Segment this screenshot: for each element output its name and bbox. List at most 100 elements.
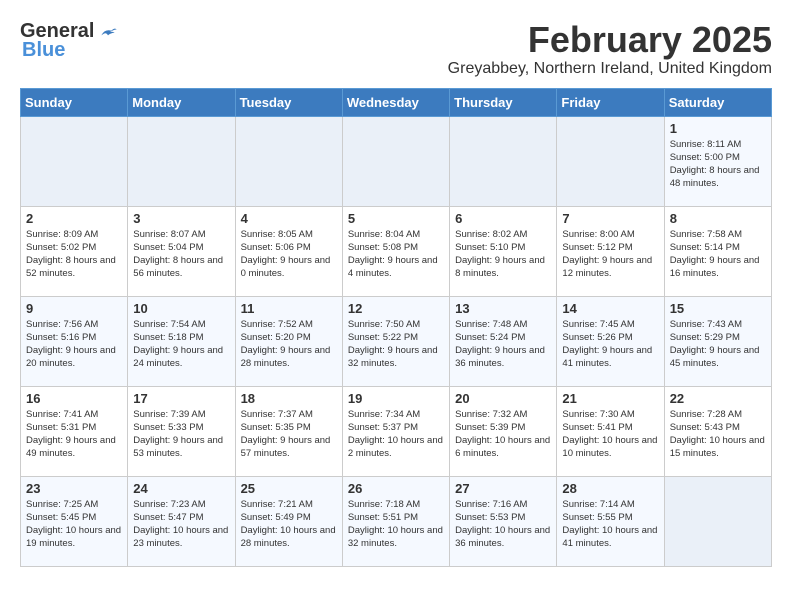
day-number: 8 bbox=[670, 211, 766, 226]
calendar-cell: 2 Sunrise: 8:09 AM Sunset: 5:02 PM Daylig… bbox=[21, 206, 128, 296]
calendar-cell bbox=[128, 116, 235, 206]
calendar-cell: 5Sunrise: 8:04 AM Sunset: 5:08 PM Daylig… bbox=[342, 206, 449, 296]
day-number: 19 bbox=[348, 391, 444, 406]
day-number: 24 bbox=[133, 481, 229, 496]
day-info: Sunrise: 7:30 AM Sunset: 5:41 PM Dayligh… bbox=[562, 408, 658, 461]
day-number: 11 bbox=[241, 301, 337, 316]
day-info: Sunrise: 8:11 AM Sunset: 5:00 PM Dayligh… bbox=[670, 138, 766, 191]
weekday-header-saturday: Saturday bbox=[664, 88, 771, 116]
day-info: Sunrise: 7:58 AM Sunset: 5:14 PM Dayligh… bbox=[670, 228, 766, 281]
calendar-cell: 7 Sunrise: 8:00 AM Sunset: 5:12 PM Daylig… bbox=[557, 206, 664, 296]
day-info: Sunrise: 8:02 AM Sunset: 5:10 PM Dayligh… bbox=[455, 228, 551, 281]
day-info: Sunrise: 7:54 AM Sunset: 5:18 PM Dayligh… bbox=[133, 318, 229, 371]
day-number: 10 bbox=[133, 301, 229, 316]
day-info: Sunrise: 7:52 AM Sunset: 5:20 PM Dayligh… bbox=[241, 318, 337, 371]
day-number: 21 bbox=[562, 391, 658, 406]
day-number: 3 bbox=[133, 211, 229, 226]
day-info: Sunrise: 8:05 AM Sunset: 5:06 PM Dayligh… bbox=[241, 228, 337, 281]
day-number: 5 bbox=[348, 211, 444, 226]
calendar-cell: 1 Sunrise: 8:11 AM Sunset: 5:00 PM Daylig… bbox=[664, 116, 771, 206]
calendar-cell: 24 Sunrise: 7:23 AM Sunset: 5:47 PM Dayli… bbox=[128, 476, 235, 566]
day-info: Sunrise: 7:32 AM Sunset: 5:39 PM Dayligh… bbox=[455, 408, 551, 461]
calendar-cell: 13Sunrise: 7:48 AM Sunset: 5:24 PM Dayli… bbox=[450, 296, 557, 386]
weekday-header-wednesday: Wednesday bbox=[342, 88, 449, 116]
day-number: 6 bbox=[455, 211, 551, 226]
week-row-1: 1 Sunrise: 8:11 AM Sunset: 5:00 PM Daylig… bbox=[21, 116, 772, 206]
weekday-header-thursday: Thursday bbox=[450, 88, 557, 116]
logo-bird-icon bbox=[98, 22, 118, 42]
day-info: Sunrise: 7:23 AM Sunset: 5:47 PM Dayligh… bbox=[133, 498, 229, 551]
day-info: Sunrise: 7:28 AM Sunset: 5:43 PM Dayligh… bbox=[670, 408, 766, 461]
day-number: 20 bbox=[455, 391, 551, 406]
weekday-header-monday: Monday bbox=[128, 88, 235, 116]
calendar-cell: 15 Sunrise: 7:43 AM Sunset: 5:29 PM Dayli… bbox=[664, 296, 771, 386]
day-info: Sunrise: 7:50 AM Sunset: 5:22 PM Dayligh… bbox=[348, 318, 444, 371]
day-number: 22 bbox=[670, 391, 766, 406]
calendar-cell: 9Sunrise: 7:56 AM Sunset: 5:16 PM Daylig… bbox=[21, 296, 128, 386]
day-info: Sunrise: 7:39 AM Sunset: 5:33 PM Dayligh… bbox=[133, 408, 229, 461]
week-row-2: 2 Sunrise: 8:09 AM Sunset: 5:02 PM Daylig… bbox=[21, 206, 772, 296]
day-number: 26 bbox=[348, 481, 444, 496]
day-number: 2 bbox=[26, 211, 122, 226]
day-number: 23 bbox=[26, 481, 122, 496]
day-number: 7 bbox=[562, 211, 658, 226]
day-number: 17 bbox=[133, 391, 229, 406]
weekday-header-sunday: Sunday bbox=[21, 88, 128, 116]
calendar-cell bbox=[664, 476, 771, 566]
week-row-3: 9Sunrise: 7:56 AM Sunset: 5:16 PM Daylig… bbox=[21, 296, 772, 386]
calendar-cell: 19 Sunrise: 7:34 AM Sunset: 5:37 PM Dayli… bbox=[342, 386, 449, 476]
day-info: Sunrise: 7:41 AM Sunset: 5:31 PM Dayligh… bbox=[26, 408, 122, 461]
calendar-cell: 3 Sunrise: 8:07 AM Sunset: 5:04 PM Daylig… bbox=[128, 206, 235, 296]
title-block: February 2025 Greyabbey, Northern Irelan… bbox=[448, 20, 772, 78]
month-title: February 2025 bbox=[448, 20, 772, 60]
calendar-cell: 6 Sunrise: 8:02 AM Sunset: 5:10 PM Daylig… bbox=[450, 206, 557, 296]
day-info: Sunrise: 7:34 AM Sunset: 5:37 PM Dayligh… bbox=[348, 408, 444, 461]
day-number: 16 bbox=[26, 391, 122, 406]
day-number: 25 bbox=[241, 481, 337, 496]
day-number: 14 bbox=[562, 301, 658, 316]
calendar-cell: 21 Sunrise: 7:30 AM Sunset: 5:41 PM Dayli… bbox=[557, 386, 664, 476]
calendar-cell: 27Sunrise: 7:16 AM Sunset: 5:53 PM Dayli… bbox=[450, 476, 557, 566]
day-number: 12 bbox=[348, 301, 444, 316]
day-info: Sunrise: 7:18 AM Sunset: 5:51 PM Dayligh… bbox=[348, 498, 444, 551]
calendar-cell bbox=[21, 116, 128, 206]
calendar-cell bbox=[450, 116, 557, 206]
day-info: Sunrise: 7:56 AM Sunset: 5:16 PM Dayligh… bbox=[26, 318, 122, 371]
calendar-cell bbox=[235, 116, 342, 206]
calendar-cell: 14 Sunrise: 7:45 AM Sunset: 5:26 PM Dayli… bbox=[557, 296, 664, 386]
calendar-cell: 22 Sunrise: 7:28 AM Sunset: 5:43 PM Dayli… bbox=[664, 386, 771, 476]
day-number: 1 bbox=[670, 121, 766, 136]
day-number: 27 bbox=[455, 481, 551, 496]
day-info: Sunrise: 7:14 AM Sunset: 5:55 PM Dayligh… bbox=[562, 498, 658, 551]
day-info: Sunrise: 7:43 AM Sunset: 5:29 PM Dayligh… bbox=[670, 318, 766, 371]
day-number: 28 bbox=[562, 481, 658, 496]
day-number: 13 bbox=[455, 301, 551, 316]
page-header: General Blue February 2025 Greyabbey, No… bbox=[20, 20, 772, 78]
weekday-header-friday: Friday bbox=[557, 88, 664, 116]
day-info: Sunrise: 7:25 AM Sunset: 5:45 PM Dayligh… bbox=[26, 498, 122, 551]
day-info: Sunrise: 8:09 AM Sunset: 5:02 PM Dayligh… bbox=[26, 228, 122, 281]
calendar-table: SundayMondayTuesdayWednesdayThursdayFrid… bbox=[20, 88, 772, 567]
calendar-cell bbox=[557, 116, 664, 206]
day-info: Sunrise: 8:00 AM Sunset: 5:12 PM Dayligh… bbox=[562, 228, 658, 281]
calendar-cell: 17 Sunrise: 7:39 AM Sunset: 5:33 PM Dayli… bbox=[128, 386, 235, 476]
calendar-cell: 26 Sunrise: 7:18 AM Sunset: 5:51 PM Dayli… bbox=[342, 476, 449, 566]
logo: General Blue bbox=[20, 20, 118, 62]
day-info: Sunrise: 7:37 AM Sunset: 5:35 PM Dayligh… bbox=[241, 408, 337, 461]
day-info: Sunrise: 7:45 AM Sunset: 5:26 PM Dayligh… bbox=[562, 318, 658, 371]
day-number: 15 bbox=[670, 301, 766, 316]
calendar-cell bbox=[342, 116, 449, 206]
day-number: 18 bbox=[241, 391, 337, 406]
calendar-cell: 16 Sunrise: 7:41 AM Sunset: 5:31 PM Dayli… bbox=[21, 386, 128, 476]
day-number: 4 bbox=[241, 211, 337, 226]
calendar-cell: 23 Sunrise: 7:25 AM Sunset: 5:45 PM Dayli… bbox=[21, 476, 128, 566]
calendar-cell: 8 Sunrise: 7:58 AM Sunset: 5:14 PM Daylig… bbox=[664, 206, 771, 296]
day-info: Sunrise: 8:07 AM Sunset: 5:04 PM Dayligh… bbox=[133, 228, 229, 281]
location: Greyabbey, Northern Ireland, United King… bbox=[448, 60, 772, 78]
calendar-cell: 10 Sunrise: 7:54 AM Sunset: 5:18 PM Dayli… bbox=[128, 296, 235, 386]
week-row-4: 16 Sunrise: 7:41 AM Sunset: 5:31 PM Dayli… bbox=[21, 386, 772, 476]
calendar-cell: 12 Sunrise: 7:50 AM Sunset: 5:22 PM Dayli… bbox=[342, 296, 449, 386]
day-info: Sunrise: 7:21 AM Sunset: 5:49 PM Dayligh… bbox=[241, 498, 337, 551]
calendar-cell: 4 Sunrise: 8:05 AM Sunset: 5:06 PM Daylig… bbox=[235, 206, 342, 296]
calendar-cell: 11 Sunrise: 7:52 AM Sunset: 5:20 PM Dayli… bbox=[235, 296, 342, 386]
